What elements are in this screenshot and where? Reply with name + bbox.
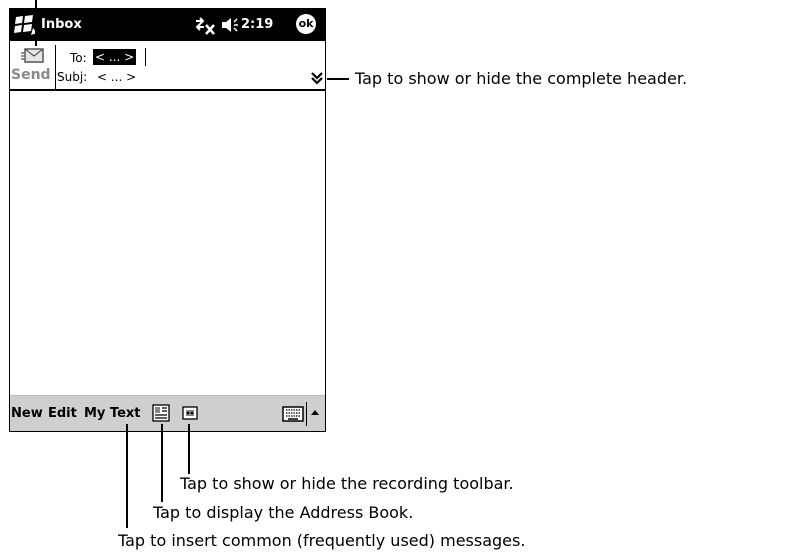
- menu-my-text[interactable]: My Text: [84, 406, 141, 422]
- recording-toolbar-icon[interactable]: [182, 406, 198, 420]
- connectivity-icon[interactable]: [194, 14, 216, 36]
- ok-button[interactable]: ok: [296, 14, 316, 34]
- keyboard-icon[interactable]: [282, 406, 304, 422]
- speaker-icon[interactable]: [220, 17, 240, 33]
- callout-line-header-toggle: [327, 78, 349, 80]
- callout-my-text: Tap to insert common (frequently used) m…: [118, 531, 526, 550]
- callout-recording-toolbar: Tap to show or hide the recording toolba…: [180, 474, 514, 493]
- double-chevron-down-icon[interactable]: [310, 70, 324, 86]
- title-bar: Inbox 2:19 ok: [10, 9, 325, 41]
- clock[interactable]: 2:19: [241, 17, 273, 33]
- to-field[interactable]: < ... >: [93, 49, 137, 65]
- callout-line-recording-toolbar: [188, 424, 190, 474]
- menu-new[interactable]: New: [11, 406, 43, 422]
- pocket-pc-screen: Inbox 2:19 ok Send To: < ... > Subj: < .…: [9, 8, 326, 432]
- callout-address-book: Tap to display the Address Book.: [153, 503, 414, 522]
- callout-line-top: [35, 0, 37, 46]
- menu-bar: New Edit My Text: [10, 395, 325, 431]
- to-label: To:: [70, 51, 87, 65]
- send-label: Send: [11, 67, 51, 83]
- callout-line-my-text: [126, 424, 128, 528]
- menu-edit[interactable]: Edit: [48, 406, 77, 422]
- send-button[interactable]: Send: [10, 45, 56, 89]
- send-envelope-icon: [21, 48, 44, 63]
- callout-line-address-book: [161, 424, 163, 502]
- address-book-icon[interactable]: [152, 404, 170, 422]
- subject-field[interactable]: < ... >: [97, 70, 136, 84]
- app-title: Inbox: [41, 17, 82, 32]
- message-header: Send To: < ... > Subj: < ... >: [10, 41, 325, 89]
- text-cursor: [145, 48, 146, 66]
- subject-label: Subj:: [57, 70, 88, 84]
- up-arrow-icon[interactable]: [309, 407, 321, 419]
- callout-header-toggle: Tap to show or hide the complete header.: [355, 69, 688, 88]
- message-body[interactable]: [10, 91, 325, 395]
- sip-separator: [306, 402, 307, 426]
